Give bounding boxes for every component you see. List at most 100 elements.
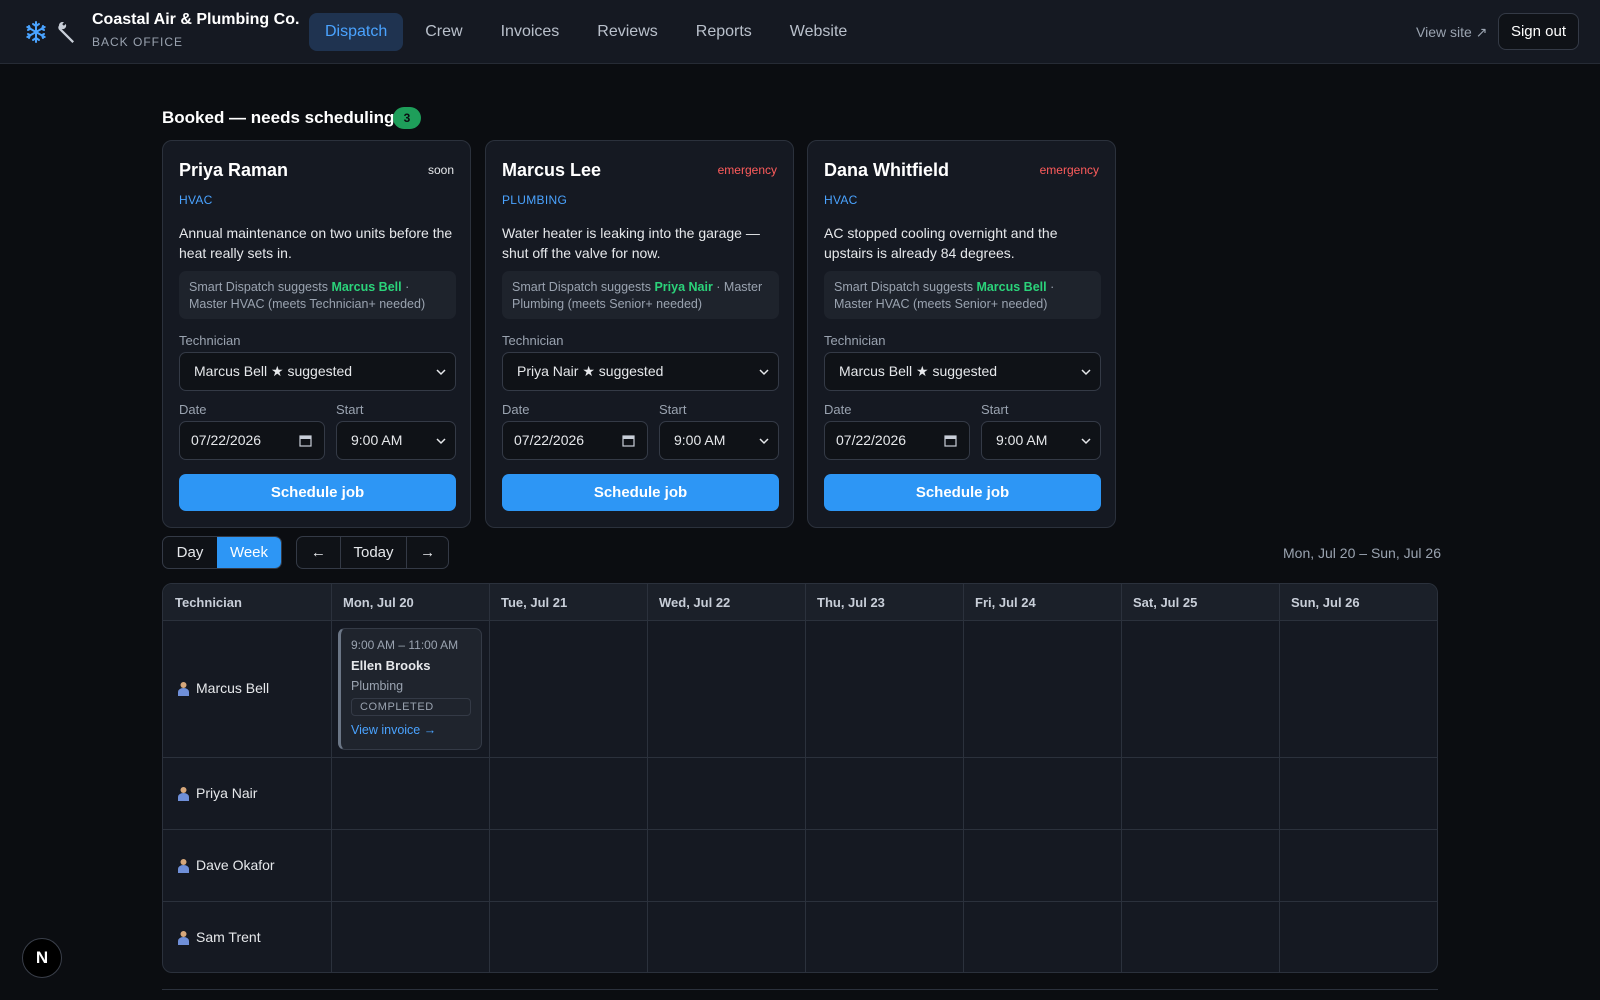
calendar-icon[interactable] bbox=[944, 434, 957, 447]
view-week-button[interactable]: Week bbox=[217, 537, 281, 568]
start-time-select[interactable]: 9:00 AM bbox=[336, 421, 456, 460]
customer-name: Dana Whitfield bbox=[824, 160, 949, 180]
date-label: Date bbox=[179, 402, 207, 417]
start-time-select[interactable]: 9:00 AM bbox=[981, 421, 1101, 460]
technician-icon bbox=[178, 930, 189, 945]
suggested-technician: Marcus Bell bbox=[976, 280, 1047, 294]
job-description: Annual maintenance on two units before t… bbox=[179, 225, 453, 261]
view-invoice-link[interactable]: View invoice → bbox=[351, 723, 471, 737]
tab-website[interactable]: Website bbox=[774, 13, 864, 51]
main-nav: Dispatch Crew Invoices Reviews Reports W… bbox=[309, 13, 869, 51]
suggest-prefix: Smart Dispatch suggests bbox=[189, 280, 328, 294]
brand-name: Coastal Air & Plumbing Co. bbox=[92, 11, 300, 28]
technician-row-label: Sam Trent bbox=[177, 929, 261, 945]
brand-subtitle: BACK OFFICE bbox=[92, 35, 184, 49]
date-input[interactable]: 07/22/2026 bbox=[179, 421, 325, 460]
start-label: Start bbox=[981, 402, 1009, 417]
section-title: Booked — needs scheduling bbox=[162, 108, 395, 127]
job-service: Plumbing bbox=[351, 679, 404, 693]
customer-name: Priya Raman bbox=[179, 160, 289, 180]
technician-select-value: Marcus Bell ★ suggested bbox=[194, 363, 353, 379]
dev-tools-badge[interactable]: N bbox=[22, 938, 62, 978]
row-divider bbox=[163, 757, 1437, 758]
header-technician: Technician bbox=[175, 595, 242, 610]
job-card: Marcus Lee emergency PLUMBING Water heat… bbox=[485, 140, 794, 528]
row-divider bbox=[163, 901, 1437, 902]
technician-select-value: Priya Nair ★ suggested bbox=[517, 363, 664, 379]
technician-select[interactable]: Marcus Bell ★ suggested bbox=[179, 352, 456, 391]
schedule-grid: Technician Mon, Jul 20 Tue, Jul 21 Wed, … bbox=[162, 583, 1438, 973]
tab-reports[interactable]: Reports bbox=[680, 13, 768, 51]
date-value: 07/22/2026 bbox=[836, 432, 907, 448]
technician-row-label: Dave Okafor bbox=[177, 857, 275, 873]
brand-logo bbox=[24, 20, 80, 47]
technician-select[interactable]: Marcus Bell ★ suggested bbox=[824, 352, 1101, 391]
chevron-down-icon bbox=[1081, 369, 1091, 376]
header-day: Sun, Jul 26 bbox=[1291, 595, 1360, 610]
date-input[interactable]: 07/22/2026 bbox=[502, 421, 648, 460]
job-time: 9:00 AM – 11:00 AM bbox=[351, 638, 459, 652]
date-input[interactable]: 07/22/2026 bbox=[824, 421, 970, 460]
start-time-value: 9:00 AM bbox=[674, 432, 726, 448]
prev-week-button[interactable]: ← bbox=[297, 537, 340, 568]
priority-label: emergency bbox=[717, 163, 777, 177]
date-navigation: ← Today → bbox=[296, 536, 449, 569]
technician-name: Sam Trent bbox=[196, 929, 261, 945]
tab-invoices[interactable]: Invoices bbox=[485, 13, 576, 51]
priority-label: emergency bbox=[1039, 163, 1099, 177]
wrench-icon bbox=[56, 20, 80, 47]
technician-name: Dave Okafor bbox=[196, 857, 275, 873]
suggested-technician: Priya Nair bbox=[654, 280, 713, 294]
header-day: Sat, Jul 25 bbox=[1133, 595, 1198, 610]
row-divider bbox=[163, 829, 1437, 830]
start-label: Start bbox=[336, 402, 364, 417]
view-day-button[interactable]: Day bbox=[163, 537, 217, 568]
tab-reviews[interactable]: Reviews bbox=[581, 13, 673, 51]
job-customer: Ellen Brooks bbox=[351, 658, 431, 673]
next-week-button[interactable]: → bbox=[406, 537, 448, 568]
sign-out-button[interactable]: Sign out bbox=[1498, 13, 1579, 50]
column-divider bbox=[963, 584, 964, 972]
suggested-technician: Marcus Bell bbox=[331, 280, 402, 294]
start-time-value: 9:00 AM bbox=[351, 432, 403, 448]
calendar-icon[interactable] bbox=[622, 434, 635, 447]
today-button[interactable]: Today bbox=[339, 537, 407, 568]
schedule-job-button[interactable]: Schedule job bbox=[502, 474, 779, 511]
tab-crew[interactable]: Crew bbox=[409, 13, 478, 51]
schedule-job-button[interactable]: Schedule job bbox=[824, 474, 1101, 511]
job-card: Priya Raman soon HVAC Annual maintenance… bbox=[162, 140, 471, 528]
tab-dispatch[interactable]: Dispatch bbox=[309, 13, 404, 51]
technician-icon bbox=[178, 786, 189, 801]
customer-name: Marcus Lee bbox=[502, 160, 602, 180]
trade-label: HVAC bbox=[824, 193, 858, 207]
technician-name: Marcus Bell bbox=[196, 680, 270, 696]
column-divider bbox=[1279, 584, 1280, 972]
header-day: Wed, Jul 22 bbox=[659, 595, 731, 610]
chevron-down-icon bbox=[759, 369, 769, 376]
column-divider bbox=[331, 584, 332, 972]
column-divider bbox=[647, 584, 648, 972]
technician-row-label: Marcus Bell bbox=[177, 680, 269, 696]
column-divider bbox=[805, 584, 806, 972]
header-day: Thu, Jul 23 bbox=[817, 595, 885, 610]
chevron-down-icon bbox=[436, 369, 446, 376]
technician-icon bbox=[178, 858, 189, 873]
smart-dispatch-suggestion: Smart Dispatch suggests Marcus Bell · Ma… bbox=[179, 271, 456, 319]
trade-label: PLUMBING bbox=[502, 193, 568, 207]
snowflake-icon bbox=[24, 20, 48, 47]
technician-name: Priya Nair bbox=[196, 785, 258, 801]
start-time-select[interactable]: 9:00 AM bbox=[659, 421, 779, 460]
calendar-icon[interactable] bbox=[299, 434, 312, 447]
technician-label: Technician bbox=[824, 333, 886, 348]
column-divider bbox=[1121, 584, 1122, 972]
schedule-job-button[interactable]: Schedule job bbox=[179, 474, 456, 511]
page-divider bbox=[162, 989, 1438, 990]
smart-dispatch-suggestion: Smart Dispatch suggests Priya Nair · Mas… bbox=[502, 271, 779, 319]
scheduled-job-block[interactable]: 9:00 AM – 11:00 AM Ellen Brooks Plumbing… bbox=[338, 628, 482, 750]
technician-select-value: Marcus Bell ★ suggested bbox=[839, 363, 998, 379]
technician-select[interactable]: Priya Nair ★ suggested bbox=[502, 352, 779, 391]
view-site-link[interactable]: View site ↗ bbox=[1416, 24, 1487, 41]
chevron-down-icon bbox=[436, 438, 446, 445]
job-card: Dana Whitfield emergency HVAC AC stopped… bbox=[807, 140, 1116, 528]
top-nav-bar: Coastal Air & Plumbing Co. BACK OFFICE D… bbox=[0, 0, 1600, 64]
